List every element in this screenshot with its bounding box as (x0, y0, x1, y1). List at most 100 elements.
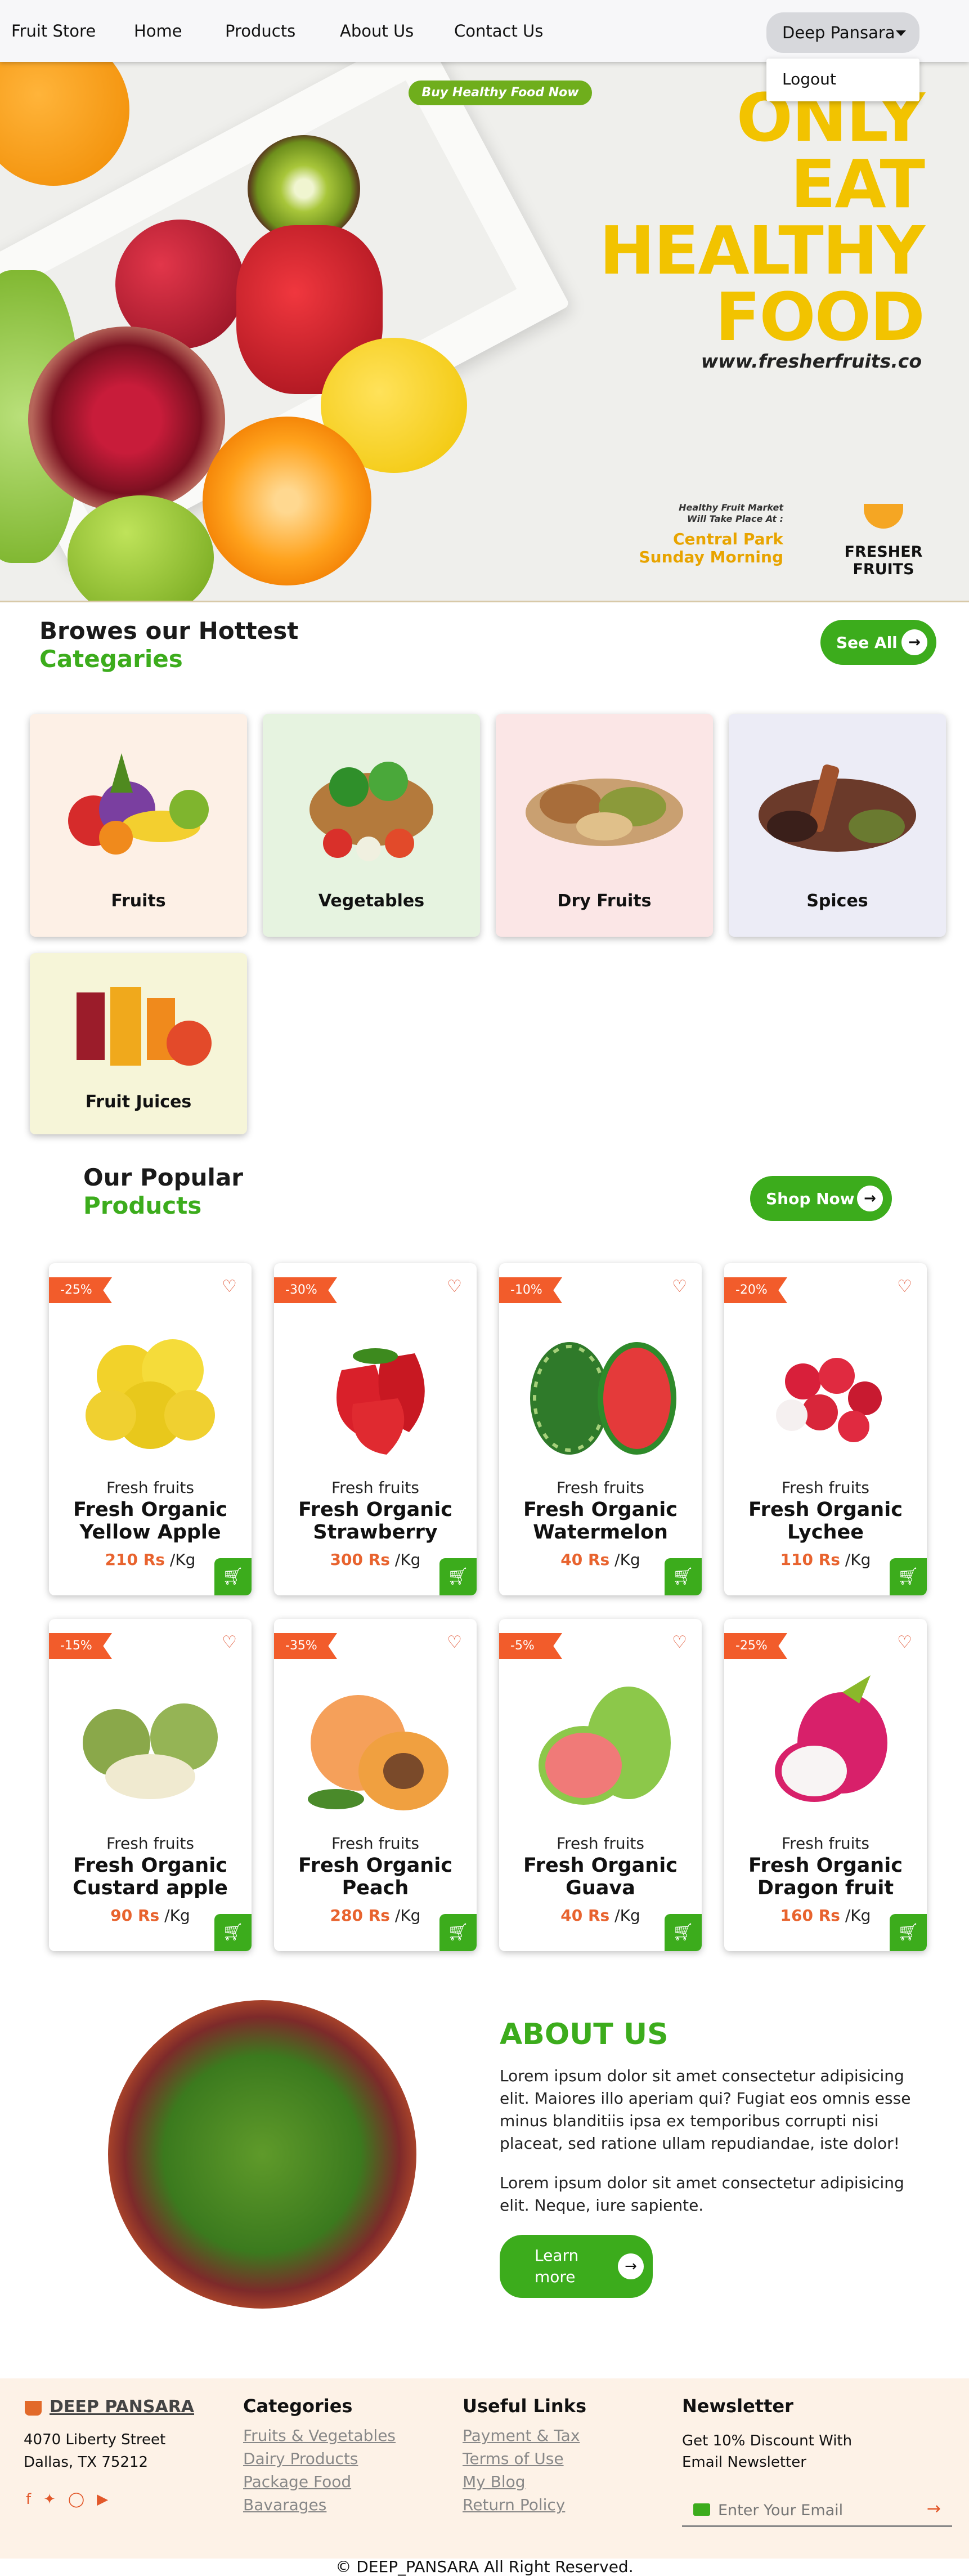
heart-icon[interactable]: ♡ (672, 1277, 687, 1296)
shop-now-button[interactable]: Shop Now → (750, 1176, 892, 1221)
heart-icon[interactable]: ♡ (447, 1633, 462, 1652)
heart-icon[interactable]: ♡ (672, 1633, 687, 1652)
product-name-line: Custard apple (73, 1877, 228, 1899)
add-to-cart-button[interactable]: 🛒︎ (665, 1558, 702, 1595)
cart-icon: 🛒︎ (447, 1922, 469, 1942)
product-name: Fresh Organic Lychee (724, 1499, 927, 1544)
footer-useful-link[interactable]: Terms of Use (463, 2447, 564, 2470)
nav-products[interactable]: Products (225, 21, 295, 41)
discount-badge: -20% (724, 1277, 787, 1303)
footer-brand[interactable]: DEEP PANSARA (50, 2397, 194, 2417)
product-image (775, 1675, 887, 1802)
submit-arrow-icon[interactable]: → (927, 2499, 941, 2519)
add-to-cart-button[interactable]: 🛒︎ (439, 1558, 477, 1595)
product-card[interactable]: -30% ♡ Fresh fruits Fresh Organic Strawberry… (274, 1263, 477, 1595)
spices-image (759, 764, 916, 852)
category-card-spices[interactable]: Spices (729, 714, 946, 937)
footer-category-link[interactable]: Bavarages (243, 2493, 326, 2516)
product-name-line: Fresh Organic (523, 1499, 678, 1521)
price-value: 300 Rs (330, 1550, 390, 1569)
product-card[interactable]: -25% ♡ Fresh fruits Fresh Organic Dragon fru… (724, 1619, 927, 1951)
product-image (539, 1687, 671, 1805)
category-card-dry-fruits[interactable]: Dry Fruits (496, 714, 713, 937)
fruit-juices-image (77, 987, 212, 1066)
user-menu-button[interactable]: Deep Pansara (766, 12, 919, 53)
learn-more-button[interactable]: Learn more → (500, 2235, 653, 2298)
arrow-right-icon: → (618, 2253, 644, 2279)
heart-icon[interactable]: ♡ (222, 1277, 237, 1296)
footer-address: 4070 Liberty Street Dallas, TX 75212 (24, 2429, 165, 2474)
footer-useful-link[interactable]: Return Policy (463, 2493, 565, 2516)
heart-icon[interactable]: ♡ (222, 1633, 237, 1652)
hero-title-line: FOOD (715, 278, 925, 356)
newsletter-text: Get 10% Discount With Email Newsletter (682, 2430, 852, 2473)
add-to-cart-button[interactable]: 🛒︎ (214, 1558, 252, 1595)
price-unit: /Kg (164, 1906, 190, 1925)
price-value: 210 Rs (105, 1550, 165, 1569)
market-place: Central Park (673, 530, 783, 548)
hero-url: www.fresherfruits.co (701, 350, 922, 372)
add-to-cart-button[interactable]: 🛒︎ (439, 1914, 477, 1951)
product-name-line: Peach (342, 1877, 409, 1899)
product-image (86, 1339, 215, 1449)
user-name: Deep Pansara (782, 23, 895, 42)
add-to-cart-button[interactable]: 🛒︎ (890, 1914, 927, 1951)
product-card[interactable]: -20% ♡ Fresh fruits Fresh Organic Lychee 110 … (724, 1263, 927, 1595)
product-name-line: Fresh Organic (748, 1854, 903, 1877)
logout-item[interactable]: Logout (782, 70, 836, 88)
price-value: 40 Rs (560, 1550, 610, 1569)
product-name-line: Lychee (787, 1521, 864, 1544)
add-to-cart-button[interactable]: 🛒︎ (890, 1558, 927, 1595)
category-label: Spices (806, 891, 868, 911)
heart-icon[interactable]: ♡ (897, 1277, 912, 1296)
price-unit: /Kg (394, 1906, 421, 1925)
product-name: Fresh Organic Yellow Apple (49, 1499, 252, 1544)
price-value: 110 Rs (780, 1550, 840, 1569)
see-all-button[interactable]: See All → (820, 620, 936, 665)
product-card[interactable]: -5% ♡ Fresh fruits Fresh Organic Guava 40 Rs … (499, 1619, 702, 1951)
categories-title-line1: Browes our Hottest (39, 617, 299, 645)
price-value: 90 Rs (110, 1906, 160, 1925)
footer-category-link[interactable]: Package Food (243, 2470, 351, 2493)
fruits-basket-image (68, 753, 209, 855)
footer-category-link[interactable]: Dairy Products (243, 2447, 358, 2470)
category-card-vegetables[interactable]: Vegetables (263, 714, 480, 937)
nav-about-us[interactable]: About Us (340, 21, 414, 41)
instagram-icon[interactable]: ◯ (68, 2491, 84, 2508)
product-card[interactable]: -35% ♡ Fresh fruits Fresh Organic Peach 280 R… (274, 1619, 477, 1951)
facebook-icon[interactable]: f (26, 2491, 31, 2508)
heart-icon[interactable]: ♡ (897, 1633, 912, 1652)
footer-categories-title: Categories (243, 2395, 353, 2417)
product-name-line: Guava (566, 1877, 635, 1899)
add-to-cart-button[interactable]: 🛒︎ (665, 1914, 702, 1951)
cart-icon: 🛒︎ (447, 1567, 469, 1586)
footer-useful-link[interactable]: My Blog (463, 2470, 526, 2493)
brand-link[interactable]: Fruit Store (11, 21, 96, 41)
nav-home[interactable]: Home (134, 21, 182, 41)
email-input[interactable] (718, 2499, 909, 2521)
discount-badge: -25% (724, 1633, 787, 1659)
category-card-fruits[interactable]: Fruits (30, 714, 247, 937)
product-name-line: Fresh Organic (523, 1854, 678, 1877)
product-name-line: Fresh Organic (748, 1499, 903, 1521)
footer-category-link[interactable]: Fruits & Vegetables (243, 2424, 396, 2447)
top-navbar: Fruit Store Home Products About Us Conta… (0, 0, 969, 62)
product-name-line: Yellow Apple (79, 1521, 221, 1544)
youtube-icon[interactable]: ▶ (97, 2491, 108, 2508)
heart-icon[interactable]: ♡ (447, 1277, 462, 1296)
category-card-fruit-juices[interactable]: Fruit Juices (30, 953, 247, 1134)
product-card[interactable]: -25% ♡ Fresh fruits Fresh Organic Yellow App… (49, 1263, 252, 1595)
nav-contact-us[interactable]: Contact Us (454, 21, 543, 41)
product-name-line: Fresh Organic (298, 1499, 452, 1521)
discount-badge: -10% (499, 1277, 562, 1303)
product-card[interactable]: -15% ♡ Fresh fruits Fresh Organic Custard ap… (49, 1619, 252, 1951)
product-name: Fresh Organic Guava (499, 1854, 702, 1899)
vegetables-basket-image (309, 762, 433, 861)
footer-useful-link[interactable]: Payment & Tax (463, 2424, 580, 2447)
product-name: Fresh Organic Strawberry (274, 1499, 477, 1544)
product-card[interactable]: -10% ♡ Fresh fruits Fresh Organic Watermelon… (499, 1263, 702, 1595)
price-unit: /Kg (845, 1550, 871, 1569)
add-to-cart-button[interactable]: 🛒︎ (214, 1914, 252, 1951)
twitter-icon[interactable]: ✦ (43, 2491, 56, 2508)
shop-now-label: Shop Now (766, 1189, 855, 1208)
